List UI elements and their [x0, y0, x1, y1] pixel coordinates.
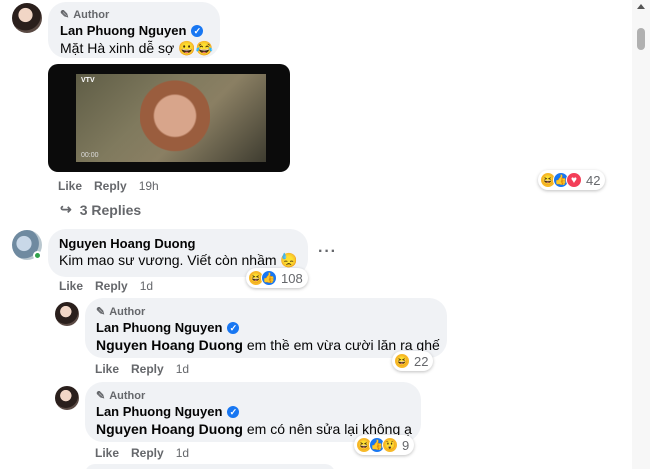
- like-button[interactable]: Like: [95, 446, 119, 460]
- reply-button[interactable]: Reply: [94, 179, 127, 193]
- scrollbar[interactable]: [632, 0, 650, 469]
- reply-text: Nguyen Hoang Duong em thề em vừa cười lă…: [96, 337, 440, 353]
- video-thumbnail[interactable]: VTV 00:00: [48, 64, 290, 172]
- commenter-name[interactable]: Lan Phuong Nguyen ✓: [96, 320, 240, 335]
- comment-actions: Like Reply 1d: [59, 279, 153, 293]
- reaction-count: 108: [281, 270, 303, 286]
- online-status-icon: [33, 251, 42, 260]
- commenter-name-text[interactable]: Lan Phuong Nguyen: [96, 320, 222, 335]
- commenter-name[interactable]: Lan Phuong Nguyen ✓: [96, 404, 240, 419]
- commenter-name-text[interactable]: Nguyen Hoang Duong: [59, 236, 196, 251]
- avatar[interactable]: [12, 3, 42, 33]
- author-tag-label: Author: [73, 8, 110, 21]
- reply-bubble: [85, 464, 335, 469]
- comment-time[interactable]: 19h: [139, 179, 159, 193]
- commenter-name[interactable]: Nguyen Hoang Duong: [59, 236, 196, 251]
- like-button[interactable]: Like: [95, 362, 119, 376]
- author-tag: ✎ Author: [60, 8, 110, 22]
- scroll-thumb[interactable]: [637, 28, 645, 50]
- view-replies-button[interactable]: ↪ 3 Replies: [60, 201, 141, 218]
- verified-badge-icon: ✓: [191, 24, 204, 37]
- reply-arrow-icon: ↪: [60, 201, 72, 217]
- reaction-summary[interactable]: 😆 22: [392, 351, 434, 371]
- more-dots-icon[interactable]: ···: [318, 243, 337, 261]
- reaction-count: 22: [414, 353, 429, 369]
- comment-actions: Like Reply 19h: [58, 179, 159, 193]
- video-person: [140, 78, 210, 162]
- verified-badge-icon: ✓: [227, 321, 240, 334]
- reaction-summary[interactable]: 😆 👍 ♥ 42: [538, 170, 606, 190]
- view-replies-label[interactable]: 3 Replies: [80, 202, 141, 218]
- comment-text: Mặt Hà xinh dễ sợ 😀😂: [60, 40, 213, 56]
- reaction-summary[interactable]: 😆 👍 108: [246, 268, 308, 288]
- comment-text: Kim mao sư vương. Viết còn nhầm 😓: [59, 252, 298, 268]
- avatar[interactable]: [55, 386, 79, 410]
- haha-reaction-icon: 😆: [394, 353, 410, 369]
- reply-button[interactable]: Reply: [131, 362, 164, 376]
- commenter-name-text[interactable]: Lan Phuong Nguyen: [96, 404, 222, 419]
- reply-button[interactable]: Reply: [131, 446, 164, 460]
- love-reaction-icon: ♥: [566, 172, 582, 188]
- reaction-count: 9: [402, 437, 410, 453]
- video-timestamp: 00:00: [81, 152, 99, 159]
- commenter-name[interactable]: Lan Phuong Nguyen ✓: [60, 23, 204, 38]
- comment-time[interactable]: 1d: [176, 362, 189, 376]
- author-tag: ✎ Author: [96, 305, 146, 319]
- comment-time[interactable]: 1d: [176, 446, 189, 460]
- reaction-summary[interactable]: 😆 👍 😲 9: [354, 435, 415, 455]
- commenter-name-text[interactable]: Lan Phuong Nguyen: [60, 23, 186, 38]
- reply-button[interactable]: Reply: [95, 279, 128, 293]
- pen-icon: ✎: [96, 306, 106, 318]
- comment-actions: Like Reply 1d: [95, 446, 189, 460]
- scroll-up-arrow-icon[interactable]: [637, 4, 645, 9]
- comment-time[interactable]: 1d: [140, 279, 153, 293]
- like-button[interactable]: Like: [58, 179, 82, 193]
- like-button[interactable]: Like: [59, 279, 83, 293]
- pen-icon: ✎: [96, 390, 106, 402]
- wow-reaction-icon: 😲: [382, 437, 398, 453]
- avatar[interactable]: [55, 302, 79, 326]
- comment-actions: Like Reply 1d: [95, 362, 189, 376]
- verified-badge-icon: ✓: [227, 405, 240, 418]
- author-tag-label: Author: [109, 389, 146, 402]
- reaction-count: 42: [586, 172, 601, 188]
- author-tag: ✎ Author: [96, 389, 146, 403]
- channel-logo: VTV: [81, 77, 95, 84]
- like-reaction-icon: 👍: [261, 270, 277, 286]
- author-tag-label: Author: [109, 305, 146, 318]
- pen-icon: ✎: [60, 9, 70, 21]
- mention-link[interactable]: Nguyen Hoang Duong: [96, 421, 243, 437]
- mention-link[interactable]: Nguyen Hoang Duong: [96, 337, 243, 353]
